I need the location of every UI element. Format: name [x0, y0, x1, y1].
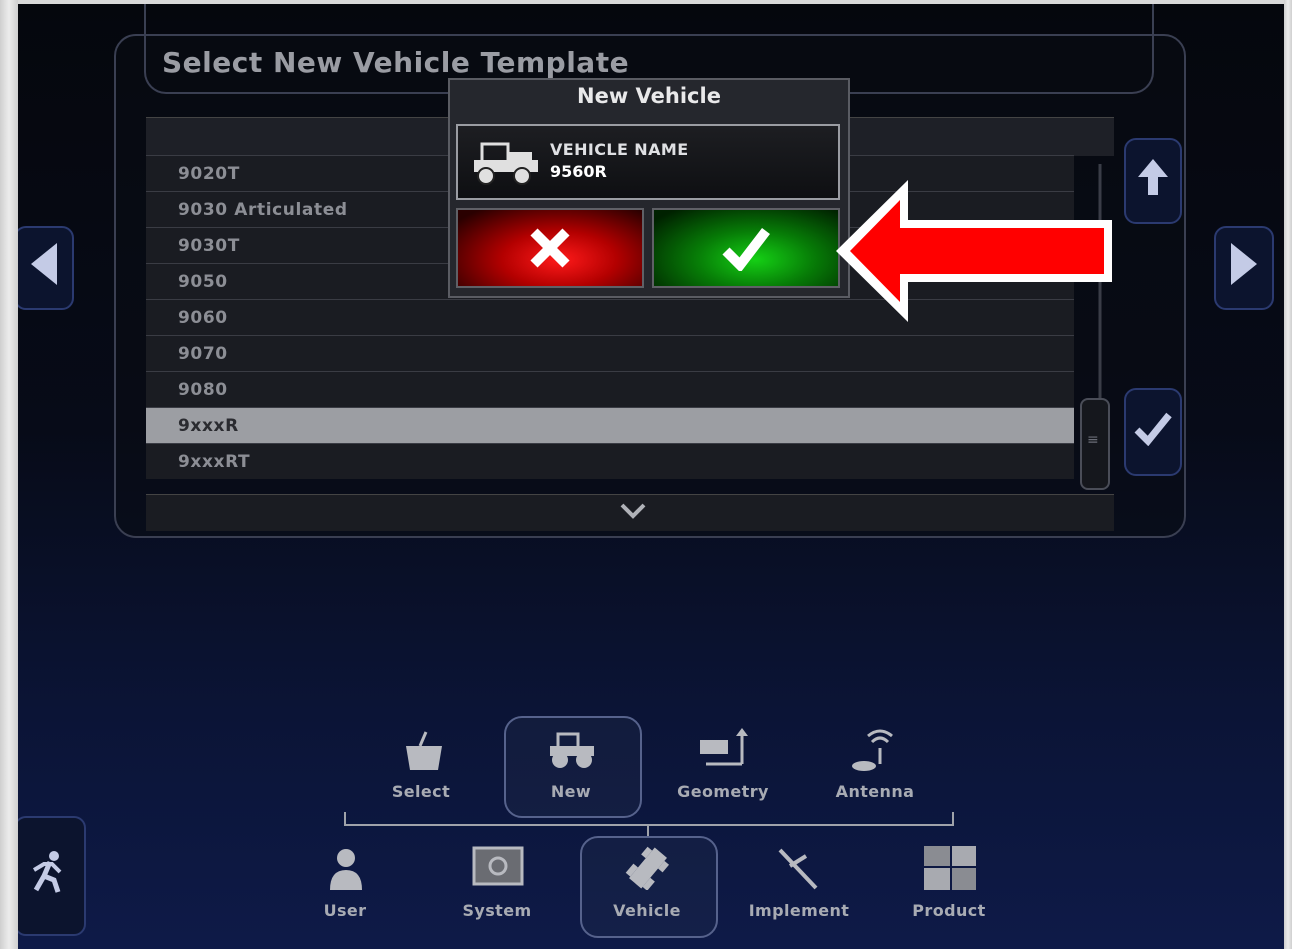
list-item-selected[interactable]: 9xxxR — [146, 407, 1074, 443]
new-vehicle-icon — [550, 732, 594, 768]
dialog-title: New Vehicle — [577, 84, 721, 108]
list-item[interactable]: 9070 — [146, 335, 1074, 371]
subnav-label: Select — [391, 782, 451, 801]
new-vehicle-dialog: New Vehicle VEHICLE NAME 9560R — [448, 78, 850, 298]
screen: Select New Vehicle Template 9020T 9030 A… — [18, 4, 1284, 949]
cancel-button[interactable] — [456, 208, 644, 288]
page-title: Select New Vehicle Template — [162, 46, 630, 79]
system-icon — [472, 846, 524, 886]
arrow-right-button[interactable] — [1214, 226, 1274, 310]
arrow-left-icon — [27, 239, 61, 298]
exit-button[interactable] — [18, 816, 86, 936]
mainnav-label: Implement — [748, 901, 850, 920]
nav-bracket-stem — [647, 824, 649, 836]
vehicle-icon — [625, 846, 670, 890]
tractor-icon — [474, 142, 538, 185]
x-icon — [530, 228, 570, 268]
antenna-icon — [852, 729, 893, 771]
arrow-left-button[interactable] — [18, 226, 74, 310]
vehicle-name-field[interactable]: VEHICLE NAME 9560R — [456, 124, 840, 200]
list-item[interactable]: 9xxxRT — [146, 443, 1074, 479]
subnav-label: Geometry — [677, 782, 769, 801]
mainnav-label: User — [323, 901, 367, 920]
bezel-right — [1284, 0, 1292, 949]
arrow-right-icon — [1227, 239, 1261, 298]
running-man-icon — [30, 850, 70, 903]
product-icon — [924, 846, 976, 890]
arrow-up-icon — [1136, 157, 1170, 206]
nav-bracket — [344, 812, 954, 826]
select-icon — [406, 731, 442, 770]
list-item[interactable]: 9080 — [146, 371, 1074, 407]
chevron-down-icon[interactable] — [618, 501, 648, 527]
bezel-left — [0, 0, 18, 949]
check-icon — [1133, 410, 1173, 455]
scroll-up-button[interactable] — [1124, 138, 1182, 224]
check-icon — [722, 227, 770, 271]
red-arrow-annotation — [836, 180, 1112, 322]
implement-icon — [778, 848, 818, 890]
vehicle-name-value: 9560R — [550, 162, 607, 181]
confirm-side-button[interactable] — [1124, 388, 1182, 476]
mainnav-label: Product — [912, 901, 986, 920]
mainnav-label: System — [462, 901, 532, 920]
user-icon — [330, 849, 362, 890]
vehicle-name-label: VEHICLE NAME — [550, 140, 689, 159]
subnav-label: Antenna — [835, 782, 915, 801]
geometry-icon — [700, 728, 748, 766]
confirm-button[interactable] — [652, 208, 840, 288]
mainnav-label: Vehicle — [613, 901, 681, 920]
subnav-label: New — [550, 782, 592, 801]
scroll-grip-icon: ≡ — [1087, 432, 1099, 448]
